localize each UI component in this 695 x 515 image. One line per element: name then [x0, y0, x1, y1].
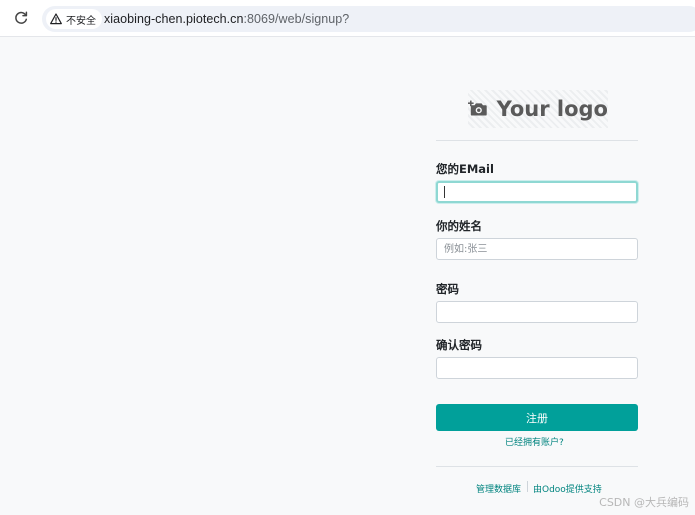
password-field[interactable] [436, 301, 638, 323]
confirm-password-field[interactable] [436, 357, 638, 379]
logo-text: Your logo [496, 97, 608, 121]
address-bar[interactable]: 不安全 xiaobing-chen.piotech.cn:8069/web/si… [42, 6, 695, 32]
signup-button[interactable]: 注册 [436, 404, 638, 431]
reload-icon[interactable] [13, 10, 29, 26]
camera-plus-icon [468, 100, 487, 116]
security-chip[interactable]: 不安全 [46, 9, 102, 29]
have-account-link[interactable]: 已经拥有账户? [505, 435, 564, 448]
logo-divider [436, 140, 638, 141]
text-caret [444, 186, 445, 198]
email-field[interactable] [436, 181, 638, 203]
manage-databases-link[interactable]: 管理数据库 [476, 482, 521, 495]
name-label: 你的姓名 [436, 219, 482, 233]
browser-toolbar: 不安全 xiaobing-chen.piotech.cn:8069/web/si… [0, 0, 695, 37]
email-label: 您的EMail [436, 162, 494, 176]
footer-separator [527, 481, 528, 492]
password-label: 密码 [436, 282, 459, 296]
company-logo: Your logo [468, 90, 608, 128]
warning-icon [50, 13, 62, 25]
watermark: CSDN @大兵编码 [599, 496, 689, 509]
security-label: 不安全 [66, 15, 96, 27]
url-path: :8069/web/signup? [243, 12, 350, 26]
url-host: xiaobing-chen.piotech.cn [104, 12, 244, 26]
name-field[interactable] [436, 238, 638, 260]
confirm-password-label: 确认密码 [436, 338, 482, 352]
powered-by-odoo-link[interactable]: 由Odoo提供支持 [533, 482, 602, 495]
footer-divider [436, 466, 638, 467]
url-text: xiaobing-chen.piotech.cn:8069/web/signup… [104, 12, 349, 26]
